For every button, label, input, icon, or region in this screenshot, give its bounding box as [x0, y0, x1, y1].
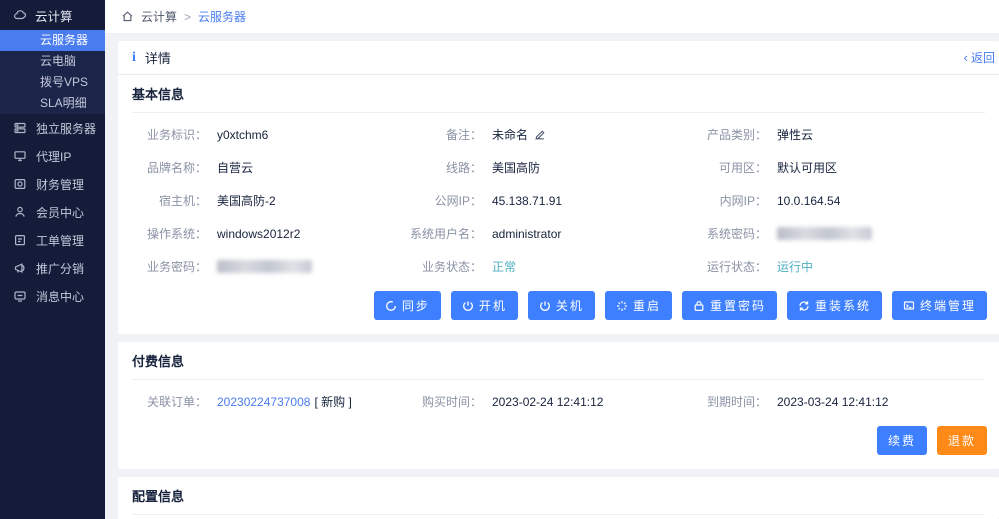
breadcrumb: 云计算 > 云服务器 — [105, 0, 999, 33]
reinstall-icon — [798, 300, 810, 312]
monitor-icon — [13, 149, 27, 163]
sidebar-item-dedicated-server[interactable]: 独立服务器 — [0, 114, 105, 142]
detail-card-header: i 详情 ‹ 返回 — [118, 41, 999, 75]
payment-actions: 续费 退款 — [118, 418, 999, 469]
field-sys-user: 系统用户名： administrator — [407, 217, 692, 250]
sidebar-item-label: 财务管理 — [36, 176, 84, 193]
lock-icon — [693, 300, 705, 312]
reset-password-button[interactable]: 重置密码 — [682, 291, 777, 320]
sidebar-item-label: 代理IP — [36, 148, 71, 165]
sidebar-item-label: 工单管理 — [36, 232, 84, 249]
page-title-text: 详情 — [145, 48, 171, 67]
sidebar-item-cloud-server[interactable]: 云服务器 — [0, 30, 105, 51]
config-info-title: 配置信息 — [132, 477, 985, 515]
info-icon: i — [132, 50, 136, 66]
refund-button[interactable]: 退款 — [937, 426, 987, 455]
status-badge: 正常 — [492, 258, 516, 275]
sync-icon — [385, 300, 397, 312]
basic-info-grid: 业务标识： y0xtchm6 备注： 未命名 产品类别： 弹性云 — [118, 113, 999, 283]
sidebar-item-member-center[interactable]: 会员中心 — [0, 198, 105, 226]
sidebar-item-label: 消息中心 — [36, 288, 84, 305]
field-sys-password: 系统密码： — [692, 217, 985, 250]
field-expire-time: 到期时间： 2023-03-24 12:41:12 — [692, 385, 985, 418]
sidebar-item-promotion[interactable]: 推广分销 — [0, 254, 105, 282]
restart-icon — [616, 300, 628, 312]
field-run-status: 运行状态： 运行中 — [692, 250, 985, 283]
sidebar-item-message-center[interactable]: 消息中心 — [0, 282, 105, 310]
sidebar-item-label: 会员中心 — [36, 204, 84, 221]
sync-button[interactable]: 同步 — [374, 291, 441, 320]
sidebar-item-ticket[interactable]: 工单管理 — [0, 226, 105, 254]
sidebar-item-proxy-ip[interactable]: 代理IP — [0, 142, 105, 170]
main-area: 云计算 > 云服务器 i 详情 ‹ 返回 基本信息 — [105, 0, 999, 519]
sidebar-item-finance[interactable]: 财务管理 — [0, 170, 105, 198]
power-on-button[interactable]: 开机 — [451, 291, 518, 320]
field-service-id: 业务标识： y0xtchm6 — [132, 118, 407, 151]
field-brand: 品牌名称： 自营云 — [132, 151, 407, 184]
field-order: 关联订单： 20230224737008 [ 新购 ] — [132, 385, 407, 418]
field-public-ip: 公网IP： 45.138.71.91 — [407, 184, 692, 217]
field-line: 线路： 美国高防 — [407, 151, 692, 184]
field-product-type: 产品类别： 弹性云 — [692, 118, 985, 151]
field-svc-password: 业务密码： — [132, 250, 407, 283]
svc-password-redacted — [217, 260, 312, 273]
promote-icon — [13, 261, 27, 275]
server-icon — [13, 121, 27, 135]
sidebar-item-label: 独立服务器 — [36, 120, 96, 137]
sidebar-item-cloud-pc[interactable]: 云电脑 — [0, 51, 105, 72]
cloud-icon — [13, 8, 27, 22]
sys-password-redacted — [777, 227, 872, 240]
breadcrumb-item-cloud-computing[interactable]: 云计算 — [141, 8, 177, 25]
app-window: 云计算 云服务器 云电脑 拨号VPS SLA明细 独立服务器 代理IP 财务管理 — [0, 0, 999, 519]
content: i 详情 ‹ 返回 基本信息 业务标识： y0xtchm6 备注： — [105, 33, 999, 519]
field-host: 宿主机： 美国高防-2 — [132, 184, 407, 217]
field-purchase-time: 购买时间： 2023-02-24 12:41:12 — [407, 385, 692, 418]
order-tag: [ 新购 ] — [314, 393, 351, 410]
edit-remark-icon[interactable] — [534, 129, 546, 141]
finance-icon — [13, 177, 27, 191]
field-zone: 可用区： 默认可用区 — [692, 151, 985, 184]
sidebar-item-dialup-vps[interactable]: 拨号VPS — [0, 72, 105, 93]
config-info-grid: 规格： 美国标准型 (USGF-4) CPU： 2核 内存： 4G 系统盘： 2… — [118, 515, 999, 519]
terminal-manage-button[interactable]: 终端管理 — [892, 291, 987, 320]
sidebar-item-label: 推广分销 — [36, 260, 84, 277]
payment-card: 付费信息 关联订单： 20230224737008 [ 新购 ] 购买时间： 2… — [118, 342, 999, 469]
ticket-icon — [13, 233, 27, 247]
status-badge: 运行中 — [777, 258, 813, 275]
page-title: i 详情 — [132, 48, 171, 67]
basic-info-title: 基本信息 — [132, 75, 985, 113]
server-actions: 同步 开机 关机 重启 — [118, 283, 999, 334]
power-off-button[interactable]: 关机 — [528, 291, 595, 320]
sidebar-group-label: 云计算 — [35, 6, 73, 25]
field-remark: 备注： 未命名 — [407, 118, 692, 151]
back-label: 返回 — [971, 49, 995, 66]
renew-button[interactable]: 续费 — [877, 426, 927, 455]
home-icon[interactable] — [121, 10, 134, 23]
power-on-icon — [462, 300, 474, 312]
reinstall-system-button[interactable]: 重装系统 — [787, 291, 882, 320]
back-button[interactable]: ‹ 返回 — [964, 49, 995, 66]
breadcrumb-item-cloud-server[interactable]: 云服务器 — [198, 8, 246, 25]
user-icon — [13, 205, 27, 219]
chevron-left-icon: ‹ — [964, 50, 968, 65]
power-off-icon — [539, 300, 551, 312]
payment-info-title: 付费信息 — [132, 342, 985, 380]
field-private-ip: 内网IP： 10.0.164.54 — [692, 184, 985, 217]
message-icon — [13, 289, 27, 303]
config-card: 配置信息 规格： 美国标准型 (USGF-4) CPU： 2核 内存： 4G — [118, 477, 999, 519]
sidebar-submenu: 云服务器 云电脑 拨号VPS SLA明细 — [0, 30, 105, 114]
restart-button[interactable]: 重启 — [605, 291, 672, 320]
breadcrumb-separator: > — [184, 10, 191, 24]
sidebar-item-sla-detail[interactable]: SLA明细 — [0, 93, 105, 114]
payment-info-grid: 关联订单： 20230224737008 [ 新购 ] 购买时间： 2023-0… — [118, 380, 999, 418]
sidebar: 云计算 云服务器 云电脑 拨号VPS SLA明细 独立服务器 代理IP 财务管理 — [0, 0, 105, 519]
field-svc-status: 业务状态： 正常 — [407, 250, 692, 283]
terminal-icon — [903, 300, 915, 312]
field-os: 操作系统： windows2012r2 — [132, 217, 407, 250]
detail-card: i 详情 ‹ 返回 基本信息 业务标识： y0xtchm6 备注： — [118, 41, 999, 334]
order-link[interactable]: 20230224737008 — [217, 395, 310, 409]
sidebar-group-cloud-computing[interactable]: 云计算 — [0, 0, 105, 30]
